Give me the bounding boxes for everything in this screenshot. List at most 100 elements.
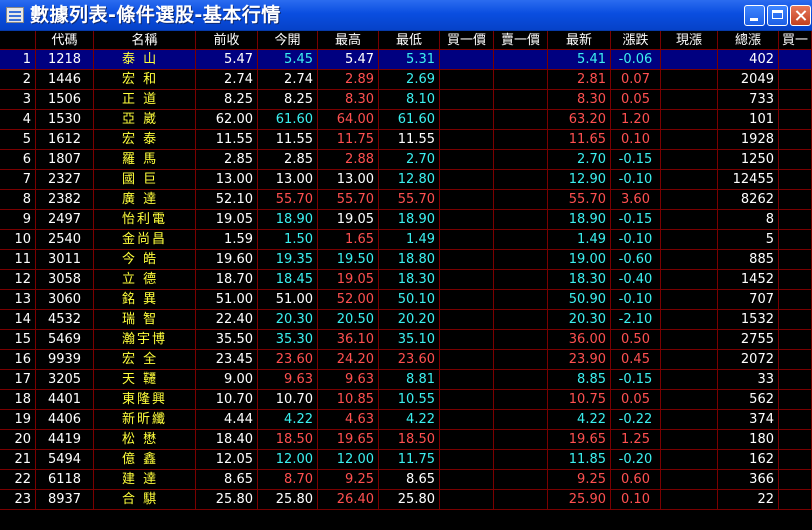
column-header-open[interactable]: 今開	[258, 31, 318, 50]
cell-high: 13.00	[318, 170, 379, 190]
table-row[interactable]: 6 1807 羅 馬 2.85 2.85 2.88 2.70 2.70 -0.15 1250	[0, 150, 812, 170]
cell-prev-close: 1.59	[196, 230, 258, 250]
cell-prev-close: 11.55	[196, 130, 258, 150]
table-row[interactable]: 21 5494 億 鑫 12.05 12.00 12.00 11.75 11.85 -0.20 1…	[0, 450, 812, 470]
cell-ask	[494, 150, 548, 170]
cell-volume: 2072	[718, 350, 779, 370]
table-row[interactable]: 11 3011 今 皓 19.60 19.35 19.50 18.80 19.00 -0.60 8…	[0, 250, 812, 270]
cell-low: 11.75	[379, 450, 440, 470]
cell-low: 11.55	[379, 130, 440, 150]
cell-bid-volume	[779, 110, 812, 130]
table-row[interactable]: 17 3205 天 韆 9.00 9.63 9.63 8.81 8.85 -0.15 33	[0, 370, 812, 390]
cell-volume: 101	[718, 110, 779, 130]
column-header-code[interactable]: 代碼	[36, 31, 94, 50]
cell-bid	[440, 370, 494, 390]
table-row[interactable]: 5 1612 宏 泰 11.55 11.55 11.75 11.55 11.65 0.10 192…	[0, 130, 812, 150]
cell-name: 金尚昌	[94, 230, 196, 250]
cell-bid-volume	[779, 310, 812, 330]
cell-prev-close: 4.44	[196, 410, 258, 430]
cell-ask	[494, 170, 548, 190]
table-row[interactable]: 15 5469 瀚宇博 35.50 35.30 36.10 35.10 36.00 0.50 27…	[0, 330, 812, 350]
cell-current-change	[661, 370, 718, 390]
title-bar[interactable]: 數據列表-條件選股-基本行情	[0, 0, 812, 31]
cell-low: 1.49	[379, 230, 440, 250]
cell-prev-close: 62.00	[196, 110, 258, 130]
cell-change: -0.20	[611, 450, 661, 470]
cell-row-number: 2	[0, 70, 36, 90]
column-header-high[interactable]: 最高	[318, 31, 379, 50]
table-row[interactable]: 10 2540 金尚昌 1.59 1.50 1.65 1.49 1.49 -0.10 5	[0, 230, 812, 250]
table-row[interactable]: 9 2497 怡利電 19.05 18.90 19.05 18.90 18.90 -0.15 8	[0, 210, 812, 230]
cell-change: -0.10	[611, 230, 661, 250]
table-row[interactable]: 2 1446 宏 和 2.74 2.74 2.89 2.69 2.81 0.07 2049	[0, 70, 812, 90]
column-header-row-number[interactable]	[0, 31, 36, 50]
close-button[interactable]	[790, 5, 811, 26]
stock-list-window: 數據列表-條件選股-基本行情 代碼 名稱 前收 今開 最高 最低 買一價 賣一價 最新 漲跌 現漲總…	[0, 0, 812, 530]
cell-low: 20.20	[379, 310, 440, 330]
cell-bid-volume	[779, 250, 812, 270]
table-row[interactable]: 16 9939 宏 全 23.45 23.60 24.20 23.60 23.90 0.45 20…	[0, 350, 812, 370]
table-row[interactable]: 1 1218 泰 山 5.47 5.45 5.47 5.31 5.41 -0.06 402	[0, 50, 812, 70]
cell-prev-close: 12.05	[196, 450, 258, 470]
cell-current-change	[661, 270, 718, 290]
table-row[interactable]: 3 1506 正 道 8.25 8.25 8.30 8.10 8.30 0.05 733	[0, 90, 812, 110]
cell-volume: 707	[718, 290, 779, 310]
cell-open: 1.50	[258, 230, 318, 250]
cell-high: 2.88	[318, 150, 379, 170]
cell-name: 宏 和	[94, 70, 196, 90]
cell-high: 64.00	[318, 110, 379, 130]
table-row[interactable]: 14 4532 瑞 智 22.40 20.30 20.50 20.20 20.30 -2.10 1…	[0, 310, 812, 330]
cell-prev-close: 51.00	[196, 290, 258, 310]
cell-current-change	[661, 70, 718, 90]
cell-row-number: 6	[0, 150, 36, 170]
column-header-bid[interactable]: 買一價	[440, 31, 494, 50]
cell-row-number: 4	[0, 110, 36, 130]
cell-current-change	[661, 490, 718, 510]
table-row[interactable]: 19 4406 新昕纖 4.44 4.22 4.63 4.22 4.22 -0.22 374	[0, 410, 812, 430]
table-row[interactable]: 22 6118 建 達 8.65 8.70 9.25 8.65 9.25 0.60 366	[0, 470, 812, 490]
cell-ask	[494, 490, 548, 510]
cell-open: 55.70	[258, 190, 318, 210]
cell-code: 6118	[36, 470, 94, 490]
cell-bid-volume	[779, 130, 812, 150]
cell-high: 55.70	[318, 190, 379, 210]
cell-ask	[494, 130, 548, 150]
cell-last: 50.90	[548, 290, 611, 310]
cell-ask	[494, 190, 548, 210]
maximize-button[interactable]	[767, 5, 788, 26]
cell-bid-volume	[779, 350, 812, 370]
cell-ask	[494, 470, 548, 490]
column-header-last[interactable]: 最新	[548, 31, 611, 50]
table-row[interactable]: 4 1530 亞 崴 62.00 61.60 64.00 61.60 63.20 1.20 101	[0, 110, 812, 130]
cell-high: 2.89	[318, 70, 379, 90]
cell-prev-close: 8.25	[196, 90, 258, 110]
quote-table[interactable]: 代碼 名稱 前收 今開 最高 最低 買一價 賣一價 最新 漲跌 現漲 總漲 買一 1 1218 泰 山 5.4…	[0, 31, 812, 530]
cell-open: 18.90	[258, 210, 318, 230]
column-header-volume[interactable]: 總漲	[718, 31, 779, 50]
cell-name: 天 韆	[94, 370, 196, 390]
column-header-change[interactable]: 漲跌	[611, 31, 661, 50]
cell-change: -0.60	[611, 250, 661, 270]
table-row[interactable]: 20 4419 松 懋 18.40 18.50 19.65 18.50 19.65 1.25 18…	[0, 430, 812, 450]
cell-row-number: 3	[0, 90, 36, 110]
table-row[interactable]: 7 2327 國 巨 13.00 13.00 13.00 12.80 12.90 -0.10 12…	[0, 170, 812, 190]
cell-bid-volume	[779, 390, 812, 410]
column-header-low[interactable]: 最低	[379, 31, 440, 50]
column-header-bid-volume[interactable]: 買一	[779, 31, 812, 50]
table-window-icon[interactable]	[6, 7, 24, 23]
cell-name: 松 懋	[94, 430, 196, 450]
column-header-ask[interactable]: 賣一價	[494, 31, 548, 50]
table-row[interactable]: 12 3058 立 德 18.70 18.45 19.05 18.30 18.30 -0.40 1…	[0, 270, 812, 290]
table-row[interactable]: 8 2382 廣 達 52.10 55.70 55.70 55.70 55.70 3.60 826…	[0, 190, 812, 210]
column-header-current-change[interactable]: 現漲	[661, 31, 718, 50]
minimize-button[interactable]	[744, 5, 765, 26]
cell-ask	[494, 450, 548, 470]
cell-change: -0.15	[611, 210, 661, 230]
column-header-name[interactable]: 名稱	[94, 31, 196, 50]
table-row[interactable]: 18 4401 東隆興 10.70 10.70 10.85 10.55 10.75 0.05 56…	[0, 390, 812, 410]
table-row[interactable]: 23 8937 合 騏 25.80 25.80 26.40 25.80 25.90 0.10 22	[0, 490, 812, 510]
cell-bid-volume	[779, 230, 812, 250]
table-row[interactable]: 13 3060 銘 異 51.00 51.00 52.00 50.10 50.90 -0.10 7…	[0, 290, 812, 310]
column-header-prev-close[interactable]: 前收	[196, 31, 258, 50]
cell-prev-close: 25.80	[196, 490, 258, 510]
